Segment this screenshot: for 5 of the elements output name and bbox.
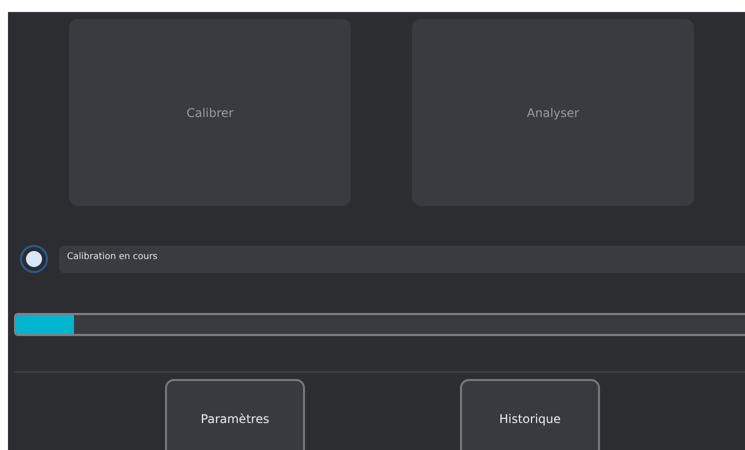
tile-button[interactable]: Calibrer [69, 19, 351, 206]
menu-button[interactable]: Paramètres [165, 379, 305, 450]
tile-button[interactable]: Analyser [412, 19, 694, 206]
menu-button[interactable]: Historique [460, 379, 600, 450]
status-field: Calibration en cours [59, 246, 745, 272]
